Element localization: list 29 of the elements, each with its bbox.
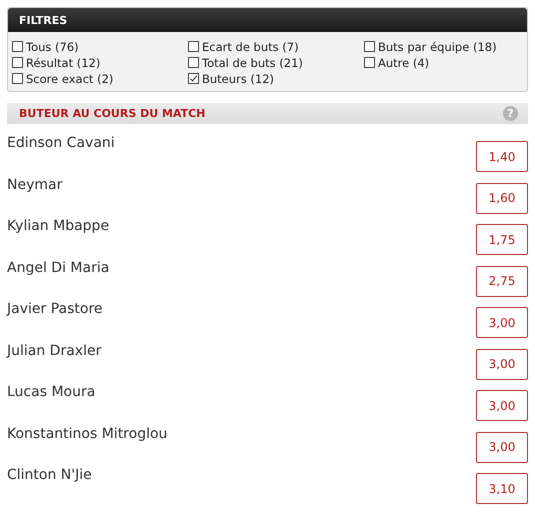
odds-button[interactable]: 3,00 — [476, 432, 528, 462]
filters-title: FILTRES — [19, 14, 68, 26]
checkmark-icon — [189, 74, 198, 83]
player-name: Javier Pastore — [7, 301, 103, 317]
player-name: Julian Draxler — [7, 342, 102, 358]
odds-button[interactable]: 3,00 — [476, 348, 528, 380]
odds-button[interactable]: 3,00 — [476, 307, 528, 338]
player-name: Angel Di Maria — [7, 260, 110, 276]
filter-checkbox[interactable]: Tous (76) — [12, 39, 188, 54]
filter-checkbox[interactable]: Score exact (2) — [12, 71, 188, 86]
filter-checkbox[interactable]: Buteurs (12) — [188, 71, 364, 86]
odds-button[interactable]: 2,75 — [476, 266, 528, 296]
player-name: Clinton N'Jie — [7, 467, 92, 483]
player-name: Edinson Cavani — [7, 135, 115, 151]
filter-checkbox[interactable]: Ecart de buts (7) — [188, 39, 364, 54]
filter-checkbox[interactable]: Autre (4) — [364, 55, 523, 70]
filter-checkbox[interactable]: Total de buts (21) — [188, 55, 364, 70]
odds-button[interactable]: 3,10 — [476, 473, 528, 504]
player-name: Lucas Moura — [7, 384, 96, 400]
odds-button[interactable]: 3,00 — [476, 390, 528, 421]
player-name: Neymar — [7, 176, 62, 192]
odds-button[interactable]: 1,40 — [476, 141, 528, 172]
market-title: BUTEUR AU COURS DU MATCH — [19, 107, 206, 120]
filter-checkbox[interactable]: Buts par équipe (18) — [364, 39, 523, 54]
odds-button[interactable]: 1,75 — [476, 224, 528, 255]
odds-button[interactable]: 1,60 — [476, 182, 528, 214]
player-name: Konstantinos Mitroglou — [7, 426, 168, 442]
player-name: Kylian Mbappe — [7, 218, 110, 234]
filter-checkbox[interactable]: Résultat (12) — [12, 55, 188, 70]
